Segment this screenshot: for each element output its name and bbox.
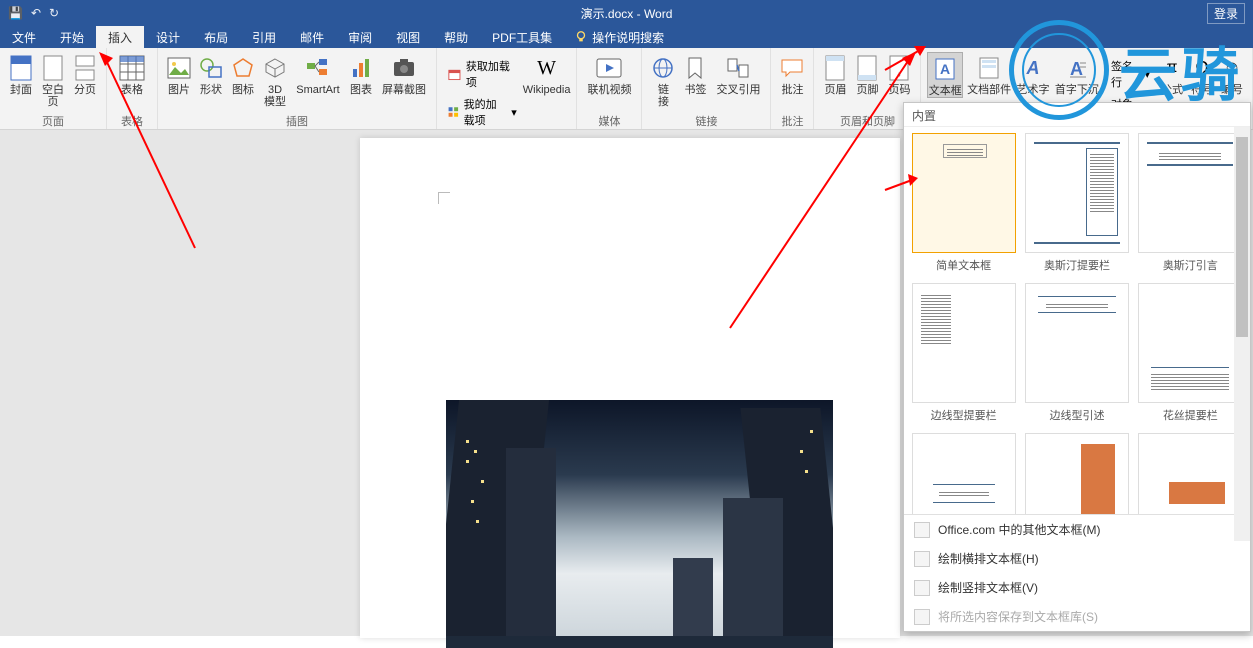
gallery-header: 内置 [904, 103, 1250, 127]
get-addins-button[interactable]: 获取加载项 [443, 56, 521, 92]
store-icon [447, 66, 462, 82]
more-from-office[interactable]: Office.com 中的其他文本框(M) [904, 515, 1250, 544]
tell-me-search[interactable]: 操作说明搜索 [564, 26, 674, 48]
comment-button[interactable]: 批注 [777, 52, 807, 96]
link-button[interactable]: 链 接 [648, 52, 678, 108]
smartart-button[interactable]: SmartArt [292, 52, 344, 96]
icons-button[interactable]: 图标 [228, 52, 258, 96]
gallery-austin-quote[interactable]: 奥斯汀引言 [1137, 133, 1244, 281]
textbox-gallery-panel: 内置 简单文本框 奥斯汀提要栏 奥斯汀引言 边线型提要栏 边线型引述 [903, 102, 1251, 632]
gallery-banded-sidebar[interactable]: 边线型提要栏 [910, 283, 1017, 431]
group-links: 链 接 书签 交叉引用 链接 [642, 48, 771, 129]
quick-access-toolbar: 💾 ↶ ↻ [0, 0, 59, 26]
wikipedia-button[interactable]: WWikipedia [523, 52, 571, 96]
page-number-button[interactable]: #页码 [884, 52, 914, 96]
group-media: 联机视频 媒体 [577, 48, 642, 129]
tab-mailings[interactable]: 邮件 [288, 26, 336, 48]
save-to-gallery: 将所选内容保存到文本框库(S) [904, 602, 1250, 631]
login-button[interactable]: 登录 [1207, 3, 1245, 24]
gallery-facet-quote[interactable]: 花丝引言 [910, 433, 1017, 514]
draw-vertical-textbox[interactable]: 绘制竖排文本框(V) [904, 573, 1250, 602]
cover-page-button[interactable]: 封面 [6, 52, 36, 96]
drop-cap-button[interactable]: A首字下沉 [1053, 52, 1101, 96]
tab-review[interactable]: 审阅 [336, 26, 384, 48]
gallery-simple-text-box[interactable]: 简单文本框 [910, 133, 1017, 281]
tab-insert[interactable]: 插入 [96, 26, 144, 48]
group-comments: 批注 批注 [771, 48, 814, 129]
redo-icon[interactable]: ↻ [49, 6, 59, 20]
inserted-picture[interactable] [446, 400, 833, 648]
table-button[interactable]: 表格 [113, 52, 151, 96]
quick-parts-button[interactable]: 文档部件 [965, 52, 1013, 96]
horizontal-textbox-icon [914, 551, 930, 567]
title-bar: 💾 ↶ ↻ 演示.docx - Word 登录 [0, 0, 1253, 26]
tab-home[interactable]: 开始 [48, 26, 96, 48]
addins-icon [447, 104, 460, 120]
gallery-scrollbar[interactable] [1234, 127, 1250, 541]
chart-button[interactable]: 图表 [346, 52, 376, 96]
tab-references[interactable]: 引用 [240, 26, 288, 48]
scroll-thumb[interactable] [1236, 137, 1248, 337]
bookmark-button[interactable]: 书签 [680, 52, 710, 96]
online-video-button[interactable]: 联机视频 [583, 52, 635, 96]
menu-bar: 文件 开始 插入 设计 布局 引用 邮件 审阅 视图 帮助 PDF工具集 操作说… [0, 26, 1253, 48]
header-button[interactable]: 页眉 [820, 52, 850, 96]
screenshot-button[interactable]: 屏幕截图 [378, 52, 430, 96]
gallery-austin-pullquote[interactable]: 奥斯汀提要栏 [1023, 133, 1130, 281]
desktop-taskbar [446, 636, 833, 648]
pictures-button[interactable]: 图片 [164, 52, 194, 96]
vertical-textbox-icon [914, 580, 930, 596]
gallery-footer: Office.com 中的其他文本框(M) 绘制横排文本框(H) 绘制竖排文本框… [904, 514, 1250, 631]
svg-text:A: A [1070, 59, 1083, 79]
margin-marker [438, 192, 450, 204]
tab-file[interactable]: 文件 [0, 26, 48, 48]
symbol-button[interactable]: Ω符号 [1188, 52, 1216, 96]
cross-reference-button[interactable]: 交叉引用 [712, 52, 764, 96]
number-button[interactable]: ①编号 [1218, 52, 1246, 96]
page-break-button[interactable]: 分页 [70, 52, 100, 96]
shapes-button[interactable]: 形状 [196, 52, 226, 96]
blank-page-button[interactable]: 空白页 [38, 52, 68, 108]
gallery-body[interactable]: 简单文本框 奥斯汀提要栏 奥斯汀引言 边线型提要栏 边线型引述 花丝提 [904, 127, 1250, 514]
signature-line-button[interactable]: 签名行 ▾ [1107, 56, 1154, 92]
undo-icon[interactable]: ↶ [31, 6, 41, 20]
gallery-banded-quote[interactable]: 边线型引述 [1023, 283, 1130, 431]
tab-view[interactable]: 视图 [384, 26, 432, 48]
save-gallery-icon [914, 609, 930, 625]
gallery-retro-sidebar[interactable]: 怀旧型提要栏 [1023, 433, 1130, 514]
text-box-button[interactable]: A文本框 [927, 52, 962, 98]
gallery-retro-quote[interactable]: 怀旧型引言 [1137, 433, 1244, 514]
tab-layout[interactable]: 布局 [192, 26, 240, 48]
tab-design[interactable]: 设计 [144, 26, 192, 48]
group-illustrations: 图片 形状 图标 3D 模型 SmartArt 图表 屏幕截图 插图 [158, 48, 437, 129]
tab-help[interactable]: 帮助 [432, 26, 480, 48]
word-art-button[interactable]: A艺术字 [1015, 52, 1050, 96]
office-icon [914, 522, 930, 538]
group-tables: 表格 表格 [107, 48, 158, 129]
group-addins: 获取加载项 我的加载项 ▾ WWikipedia 加载项 [437, 48, 577, 129]
group-pages: 封面 空白页 分页 页面 [0, 48, 107, 129]
draw-horizontal-textbox[interactable]: 绘制横排文本框(H) [904, 544, 1250, 573]
tab-pdf-tools[interactable]: PDF工具集 [480, 26, 564, 48]
footer-button[interactable]: 页脚 [852, 52, 882, 96]
my-addins-button[interactable]: 我的加载项 ▾ [443, 94, 521, 130]
3d-models-button[interactable]: 3D 模型 [260, 52, 290, 108]
document-title: 演示.docx - Word [581, 5, 673, 22]
save-icon[interactable]: 💾 [8, 6, 23, 20]
gallery-facet-sidebar[interactable]: 花丝提要栏 [1137, 283, 1244, 431]
equation-button[interactable]: π公式 [1158, 52, 1186, 96]
svg-text:A: A [940, 61, 950, 77]
lightbulb-icon [574, 30, 588, 44]
